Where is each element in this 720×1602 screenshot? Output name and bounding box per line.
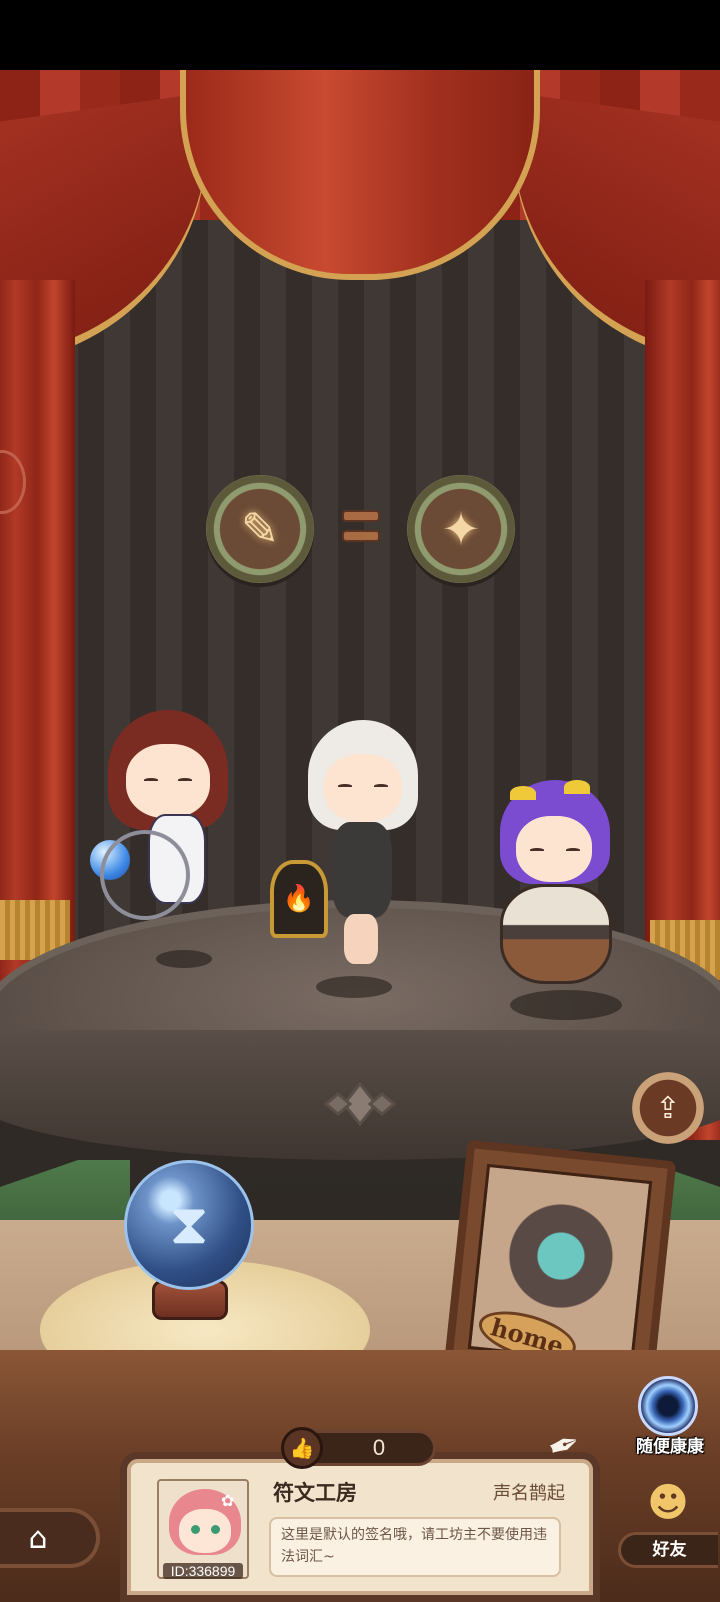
character-eye: [374, 784, 388, 788]
character-purple-hair[interactable]: [490, 780, 640, 1030]
thumbs-up-icon: 👍: [281, 1427, 323, 1469]
character-face: [324, 754, 402, 822]
scroll-check-icon: ✎: [240, 502, 280, 556]
character-eye: [178, 778, 192, 782]
random-visit-label: 随便康康: [636, 1437, 704, 1457]
share-icon: ⇪: [655, 1090, 681, 1126]
workshop-name: 符文工房: [273, 1481, 357, 1505]
avatar-eye: [191, 1525, 200, 1534]
avatar-eye: [211, 1525, 220, 1534]
recipe-emblem[interactable]: ✎: [206, 475, 314, 583]
character-eye: [530, 848, 544, 852]
ring-hoop: [100, 830, 190, 920]
character-face: [516, 816, 592, 882]
house-icon: ⌂: [28, 1520, 48, 1556]
friends-button[interactable]: ☻ 好友: [618, 1480, 718, 1570]
character-white-hair[interactable]: 🔥: [270, 710, 450, 1010]
lantern-icon: 🔥: [270, 860, 328, 938]
sparkle-figure-icon: ✦: [441, 502, 481, 556]
game-stage: ✎ ✦ 🔥 ⧗ home ⇪: [0, 70, 720, 1602]
share-button[interactable]: ⇪: [632, 1072, 704, 1144]
character-shadow: [510, 990, 622, 1020]
character-dress: [332, 822, 392, 918]
flower-icon: ✿: [221, 1491, 235, 1510]
character-face: [126, 744, 210, 818]
character-legs: [344, 914, 378, 964]
character-shadow: [316, 976, 392, 998]
signature-box[interactable]: 这里是默认的签名哦，请工坊主不要使用违法词汇~: [269, 1517, 561, 1577]
horn-icon: [510, 786, 536, 800]
horn-icon: [564, 780, 590, 794]
friends-icon: ☻: [647, 1480, 689, 1526]
avatar-face: [179, 1509, 231, 1553]
like-counter[interactable]: 👍 0: [281, 1427, 436, 1469]
status-bar: [0, 0, 720, 70]
character-eye: [144, 778, 158, 782]
character-eye: [566, 848, 580, 852]
friends-label: 好友: [618, 1532, 718, 1568]
character-shadow: [156, 950, 212, 968]
hourglass-icon: ⧗: [169, 1192, 209, 1257]
result-emblem[interactable]: ✦: [407, 475, 515, 583]
home-button[interactable]: ⌂: [0, 1508, 100, 1568]
stage-ornament: [323, 1081, 397, 1127]
equals-icon: [342, 510, 380, 550]
drum-icon: [500, 884, 612, 984]
like-count: 0: [372, 1435, 386, 1460]
character-eye: [338, 784, 352, 788]
portal-icon: [638, 1376, 698, 1436]
random-visit-button[interactable]: 随便康康: [630, 1376, 710, 1462]
timer-crystal-ball[interactable]: ⧗: [124, 1160, 254, 1290]
player-id: ID:336899: [163, 1563, 243, 1579]
character-red-hair[interactable]: [90, 710, 250, 970]
signature-text: 这里是默认的签名哦，请工坊主不要使用违法词汇~: [281, 1527, 547, 1565]
reputation-title: 声名鹊起: [493, 1483, 565, 1504]
workshop-info-panel[interactable]: ✿ ID:336899 符文工房 声名鹊起 这里是默认的签名哦，请工坊主不要使用…: [120, 1452, 600, 1602]
